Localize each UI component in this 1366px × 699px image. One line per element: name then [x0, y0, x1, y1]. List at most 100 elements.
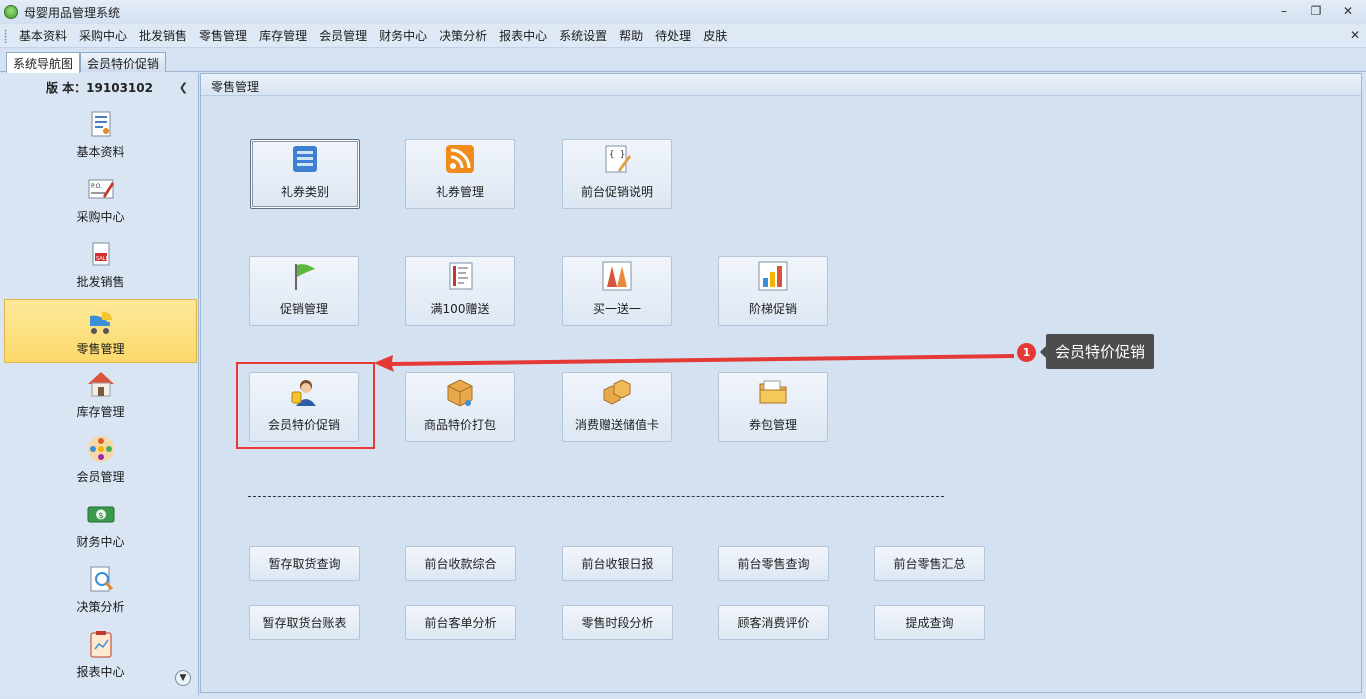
menu-item-retail[interactable]: 零售管理 — [193, 27, 253, 44]
commission-query-button[interactable]: 提成查询 — [874, 605, 985, 640]
ruler-chart-icon — [449, 262, 473, 290]
tile-front-promo-notes[interactable]: { } 前台促销说明 — [562, 139, 672, 209]
tile-label: 消费赠送储值卡 — [574, 418, 659, 432]
title-bar: 母婴用品管理系统 – ❐ ✕ — [0, 0, 1366, 24]
tile-spend100-gift[interactable]: 满100赠送 — [405, 256, 515, 326]
temp-pickup-ledger-button[interactable]: 暂存取货台账表 — [249, 605, 360, 640]
tile-label: 前台促销说明 — [580, 185, 653, 199]
sidebar-item-label: 报表中心 — [76, 665, 125, 679]
tile-label: 满100赠送 — [430, 302, 490, 316]
tile-product-bundle[interactable]: 商品特价打包 — [405, 372, 515, 442]
tile-label: 券包管理 — [748, 418, 797, 432]
tab-bar: 系统导航图 会员特价促销 — [0, 48, 1366, 73]
sidebar-item-basic-info[interactable]: 基本资料 — [4, 101, 197, 165]
analysis-icon — [90, 566, 113, 592]
front-retail-summary-button[interactable]: 前台零售汇总 — [874, 546, 985, 581]
sidebar-item-label: 财务中心 — [76, 535, 125, 549]
svg-text:$: $ — [98, 511, 103, 520]
sidebar-item-label: 零售管理 — [76, 342, 125, 356]
front-payment-summary-button[interactable]: 前台收款综合 — [405, 546, 516, 581]
close-icon[interactable]: ✕ — [1338, 2, 1358, 20]
sidebar-item-inventory[interactable]: 库存管理 — [4, 361, 197, 425]
document-icon — [91, 111, 110, 137]
package-cart-icon — [447, 379, 473, 407]
tile-coupon-management[interactable]: 礼券管理 — [405, 139, 515, 209]
svg-text:P.O.: P.O. — [91, 183, 102, 190]
sidebar-item-label: 批发销售 — [76, 275, 125, 289]
tile-label: 阶梯促销 — [748, 302, 797, 316]
sidebar-item-label: 库存管理 — [76, 405, 125, 419]
menu-bar: 基本资料 采购中心 批发销售 零售管理 库存管理 会员管理 财务中心 决策分析 … — [0, 24, 1366, 48]
front-customer-analysis-button[interactable]: 前台客单分析 — [405, 605, 516, 640]
bar-chart-icon — [758, 261, 788, 291]
sidebar-item-wholesale[interactable]: SALE 批发销售 — [4, 231, 197, 295]
svg-text:{ }: { } — [609, 150, 625, 160]
menu-item-finance[interactable]: 财务中心 — [373, 27, 433, 44]
menu-item-purchase[interactable]: 采购中心 — [73, 27, 133, 44]
window-controls: – ❐ ✕ — [1274, 2, 1358, 20]
folder-icon — [759, 380, 787, 404]
temp-pickup-query-button[interactable]: 暂存取货查询 — [249, 546, 360, 581]
menu-item-basic-info[interactable]: 基本资料 — [13, 27, 73, 44]
report-icon — [90, 631, 111, 658]
sidebar-item-members[interactable]: 会员管理 — [4, 426, 197, 490]
menu-item-reports[interactable]: 报表中心 — [493, 27, 553, 44]
menu-grip-icon — [4, 28, 7, 43]
app-logo-icon — [4, 5, 18, 19]
tab-member-promo[interactable]: 会员特价促销 — [80, 52, 167, 72]
front-retail-query-button[interactable]: 前台零售查询 — [718, 546, 829, 581]
tile-stored-value-card[interactable]: 消费赠送储值卡 — [562, 372, 672, 442]
list-icon — [293, 146, 317, 172]
close-icon[interactable]: ✕ — [1350, 28, 1360, 42]
sidebar-item-label: 基本资料 — [76, 145, 125, 159]
sidebar-item-label: 决策分析 — [76, 600, 125, 614]
tab-system-nav[interactable]: 系统导航图 — [6, 52, 81, 73]
menu-item-wholesale[interactable]: 批发销售 — [133, 27, 193, 44]
tile-tiered-promo[interactable]: 阶梯促销 — [718, 256, 828, 326]
purchase-order-icon: P.O. — [88, 179, 114, 199]
callout-tooltip: 会员特价促销 — [1039, 334, 1155, 369]
step-badge: 1 — [1017, 343, 1036, 362]
tile-coupon-pack[interactable]: 券包管理 — [718, 372, 828, 442]
chevron-left-icon[interactable]: ❮ — [179, 81, 188, 94]
rss-icon — [446, 145, 474, 173]
menu-item-inventory[interactable]: 库存管理 — [253, 27, 313, 44]
baby-stroller-icon — [89, 311, 112, 334]
sidebar-item-label: 采购中心 — [76, 210, 125, 224]
sale-tag-icon: SALE — [92, 242, 109, 266]
tile-coupon-category[interactable]: 礼券类别 — [250, 139, 360, 209]
tile-promo-management[interactable]: 促销管理 — [249, 256, 359, 326]
retail-timeslot-analysis-button[interactable]: 零售时段分析 — [562, 605, 673, 640]
menu-item-skin[interactable]: 皮肤 — [697, 27, 733, 44]
svg-text:SALE: SALE — [96, 256, 109, 262]
customer-rating-button[interactable]: 顾客消费评价 — [718, 605, 829, 640]
tile-label: 礼券管理 — [435, 185, 484, 199]
minimize-icon[interactable]: – — [1274, 2, 1294, 20]
menu-item-help[interactable]: 帮助 — [613, 27, 649, 44]
members-icon — [87, 436, 114, 462]
divider — [248, 496, 944, 497]
flag-icon — [295, 264, 315, 290]
tile-buy-one-get-one[interactable]: 买一送一 — [562, 256, 672, 326]
boxes-icon — [603, 379, 631, 405]
version-label: 版 本：19103102 — [46, 81, 153, 95]
tile-label: 礼券类别 — [280, 185, 329, 199]
sidebar-item-purchase[interactable]: P.O. 采购中心 — [4, 166, 197, 230]
front-cashier-daily-button[interactable]: 前台收银日报 — [562, 546, 673, 581]
tile-label: 买一送一 — [592, 302, 641, 316]
menu-item-analysis[interactable]: 决策分析 — [433, 27, 493, 44]
edit-document-icon: { } — [605, 145, 631, 173]
sidebar: 版 本：19103102 ❮ 基本资料 P.O. 采购中心 SALE 批发销售 … — [0, 73, 199, 695]
restore-icon[interactable]: ❐ — [1306, 2, 1326, 20]
sidebar-item-reports[interactable]: 报表中心 — [4, 621, 197, 685]
sidebar-item-retail[interactable]: 零售管理 — [4, 299, 197, 363]
menu-item-members[interactable]: 会员管理 — [313, 27, 373, 44]
cones-icon — [602, 261, 632, 291]
sidebar-item-analysis[interactable]: 决策分析 — [4, 556, 197, 620]
sidebar-item-finance[interactable]: $ 财务中心 — [4, 491, 197, 555]
panel-title: 零售管理 — [201, 74, 1361, 96]
scroll-down-icon[interactable]: ▼ — [175, 670, 191, 686]
menu-item-settings[interactable]: 系统设置 — [553, 27, 613, 44]
menu-item-pending[interactable]: 待处理 — [649, 27, 697, 44]
highlight-box — [236, 362, 375, 449]
